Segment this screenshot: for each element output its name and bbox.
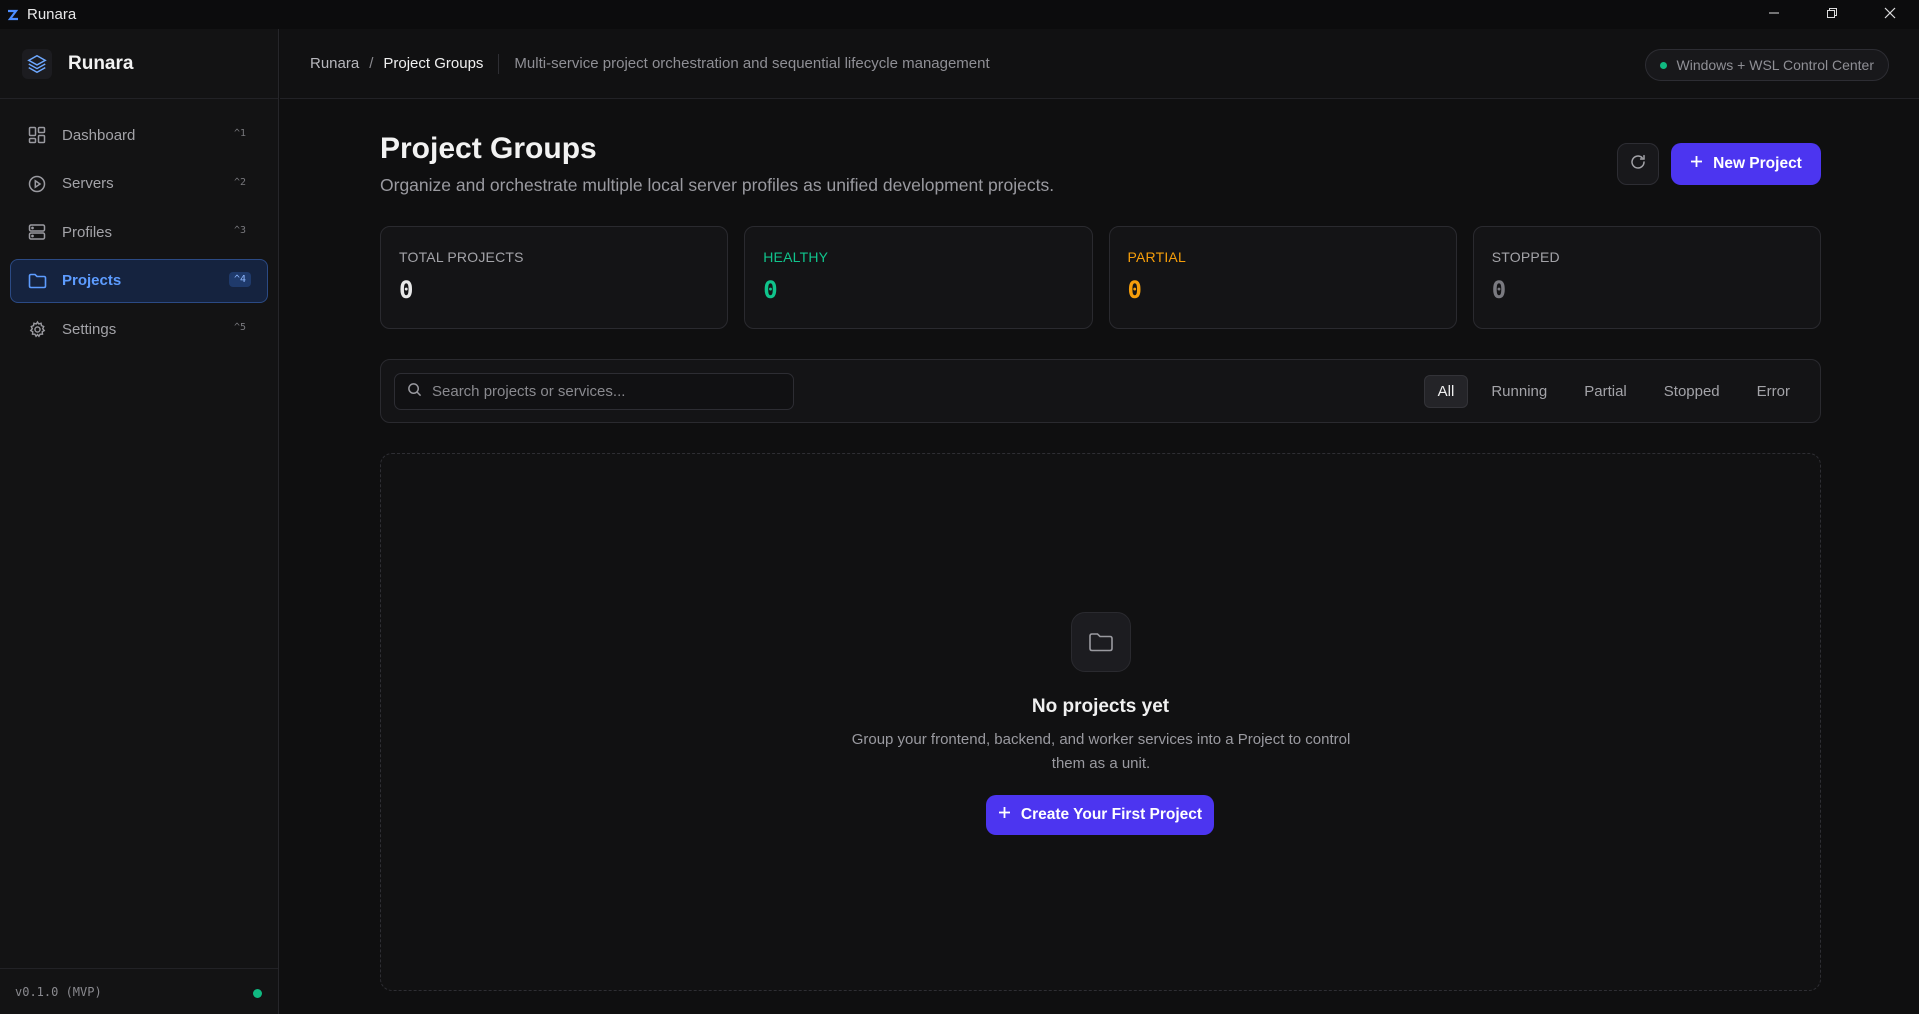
dashboard-icon [27, 125, 47, 145]
filter-tab-stopped[interactable]: Stopped [1650, 375, 1734, 408]
page-title: Project Groups [380, 132, 597, 165]
breadcrumb-root[interactable]: Runara [310, 55, 359, 72]
restore-button[interactable] [1803, 0, 1861, 29]
stat-value: 0 [399, 276, 414, 304]
window-titlebar: Runara [0, 0, 1919, 29]
play-circle-icon [27, 174, 47, 194]
stat-card-stopped: STOPPED 0 [1472, 226, 1821, 329]
layers-icon [22, 48, 52, 79]
sidebar-item-label: Projects [62, 272, 122, 289]
shortcut-hint: ^1 [233, 128, 246, 139]
new-project-button[interactable]: New Project [1671, 143, 1821, 185]
stat-label: PARTIAL [1127, 249, 1186, 265]
shortcut-hint: ^4 [228, 271, 251, 287]
stat-label: HEALTHY [763, 249, 829, 265]
refresh-button[interactable] [1617, 143, 1659, 185]
filter-tab-partial[interactable]: Partial [1570, 375, 1641, 408]
shortcut-hint: ^3 [233, 225, 246, 236]
filter-tab-running[interactable]: Running [1477, 375, 1561, 408]
sidebar-nav: Dashboard ^1 Servers ^2 Profiles ^3 Proj… [0, 99, 278, 351]
stat-value: 0 [1127, 276, 1142, 304]
stat-value: 0 [1491, 276, 1507, 304]
filter-tab-all[interactable]: All [1423, 374, 1469, 408]
plus-icon [998, 806, 1011, 824]
shortcut-hint: ^2 [233, 176, 246, 188]
sidebar: Runara Dashboard ^1 Servers ^2 Profiles … [0, 29, 279, 1014]
breadcrumb-current: Project Groups [383, 55, 484, 72]
search-input[interactable] [432, 383, 772, 400]
page-subtitle: Organize and orchestrate multiple local … [380, 175, 1055, 195]
stat-card-healthy: HEALTHY 0 [744, 226, 1093, 329]
window-title: Runara [27, 6, 77, 23]
stat-card-total: TOTAL PROJECTS 0 [380, 226, 729, 329]
create-first-project-button[interactable]: Create Your First Project [986, 795, 1214, 835]
empty-state-description: Group your frontend, backend, and worker… [851, 731, 1351, 772]
filter-bar: All Running Partial Stopped Error [380, 359, 1821, 423]
minimize-button[interactable] [1745, 0, 1803, 29]
brand: Runara [0, 29, 278, 99]
sidebar-footer: v0.1.0 (MVP) [0, 968, 278, 1014]
server-rack-icon [27, 222, 47, 242]
sidebar-item-label: Dashboard [62, 126, 136, 144]
sidebar-item-profiles[interactable]: Profiles ^3 [10, 210, 268, 254]
header-description: Multi-service project orchestration and … [514, 55, 990, 72]
stat-label: STOPPED [1491, 249, 1560, 265]
header-divider [498, 53, 500, 74]
sidebar-item-dashboard[interactable]: Dashboard ^1 [10, 113, 268, 157]
new-project-label: New Project [1713, 155, 1802, 172]
search-box [394, 373, 794, 410]
stats-row: TOTAL PROJECTS 0 HEALTHY 0 PARTIAL 0 STO… [380, 226, 1821, 329]
brand-name: Runara [68, 52, 134, 74]
shortcut-hint: ^5 [233, 322, 246, 333]
refresh-icon [1629, 153, 1647, 176]
minimize-icon [1768, 6, 1780, 24]
status-filter-tabs: All Running Partial Stopped Error [1415, 374, 1804, 408]
folder-icon [27, 271, 47, 291]
breadcrumb-separator: / [369, 55, 374, 72]
sidebar-item-servers[interactable]: Servers ^2 [10, 162, 268, 206]
app-logo-icon [6, 8, 20, 22]
stat-label: TOTAL PROJECTS [399, 249, 524, 265]
version-label: v0.1.0 (MVP) [15, 984, 102, 999]
connection-status-dot [253, 989, 262, 998]
sidebar-item-label: Profiles [62, 223, 113, 241]
sidebar-item-settings[interactable]: Settings ^5 [10, 307, 268, 351]
folder-icon [1071, 612, 1131, 672]
empty-state-title: No projects yet [1031, 696, 1170, 717]
create-first-project-label: Create Your First Project [1020, 806, 1203, 823]
sidebar-item-projects[interactable]: Projects ^4 [10, 258, 268, 303]
environment-badge: Windows + WSL Control Center [1644, 49, 1889, 81]
plus-icon [1690, 155, 1703, 173]
empty-state: No projects yet Group your frontend, bac… [380, 453, 1821, 991]
close-icon [1884, 6, 1896, 24]
gear-icon [27, 319, 47, 339]
sidebar-item-label: Settings [62, 320, 117, 338]
environment-label: Windows + WSL Control Center [1676, 57, 1875, 73]
sidebar-item-label: Servers [62, 175, 114, 192]
close-button[interactable] [1861, 0, 1919, 29]
environment-status-dot [1659, 61, 1667, 69]
search-icon [407, 382, 422, 402]
top-header: Runara / Project Groups Multi-service pr… [280, 29, 1919, 99]
stat-value: 0 [763, 276, 778, 304]
stat-card-partial: PARTIAL 0 [1108, 226, 1457, 329]
restore-icon [1826, 6, 1838, 24]
filter-tab-error[interactable]: Error [1743, 375, 1804, 408]
